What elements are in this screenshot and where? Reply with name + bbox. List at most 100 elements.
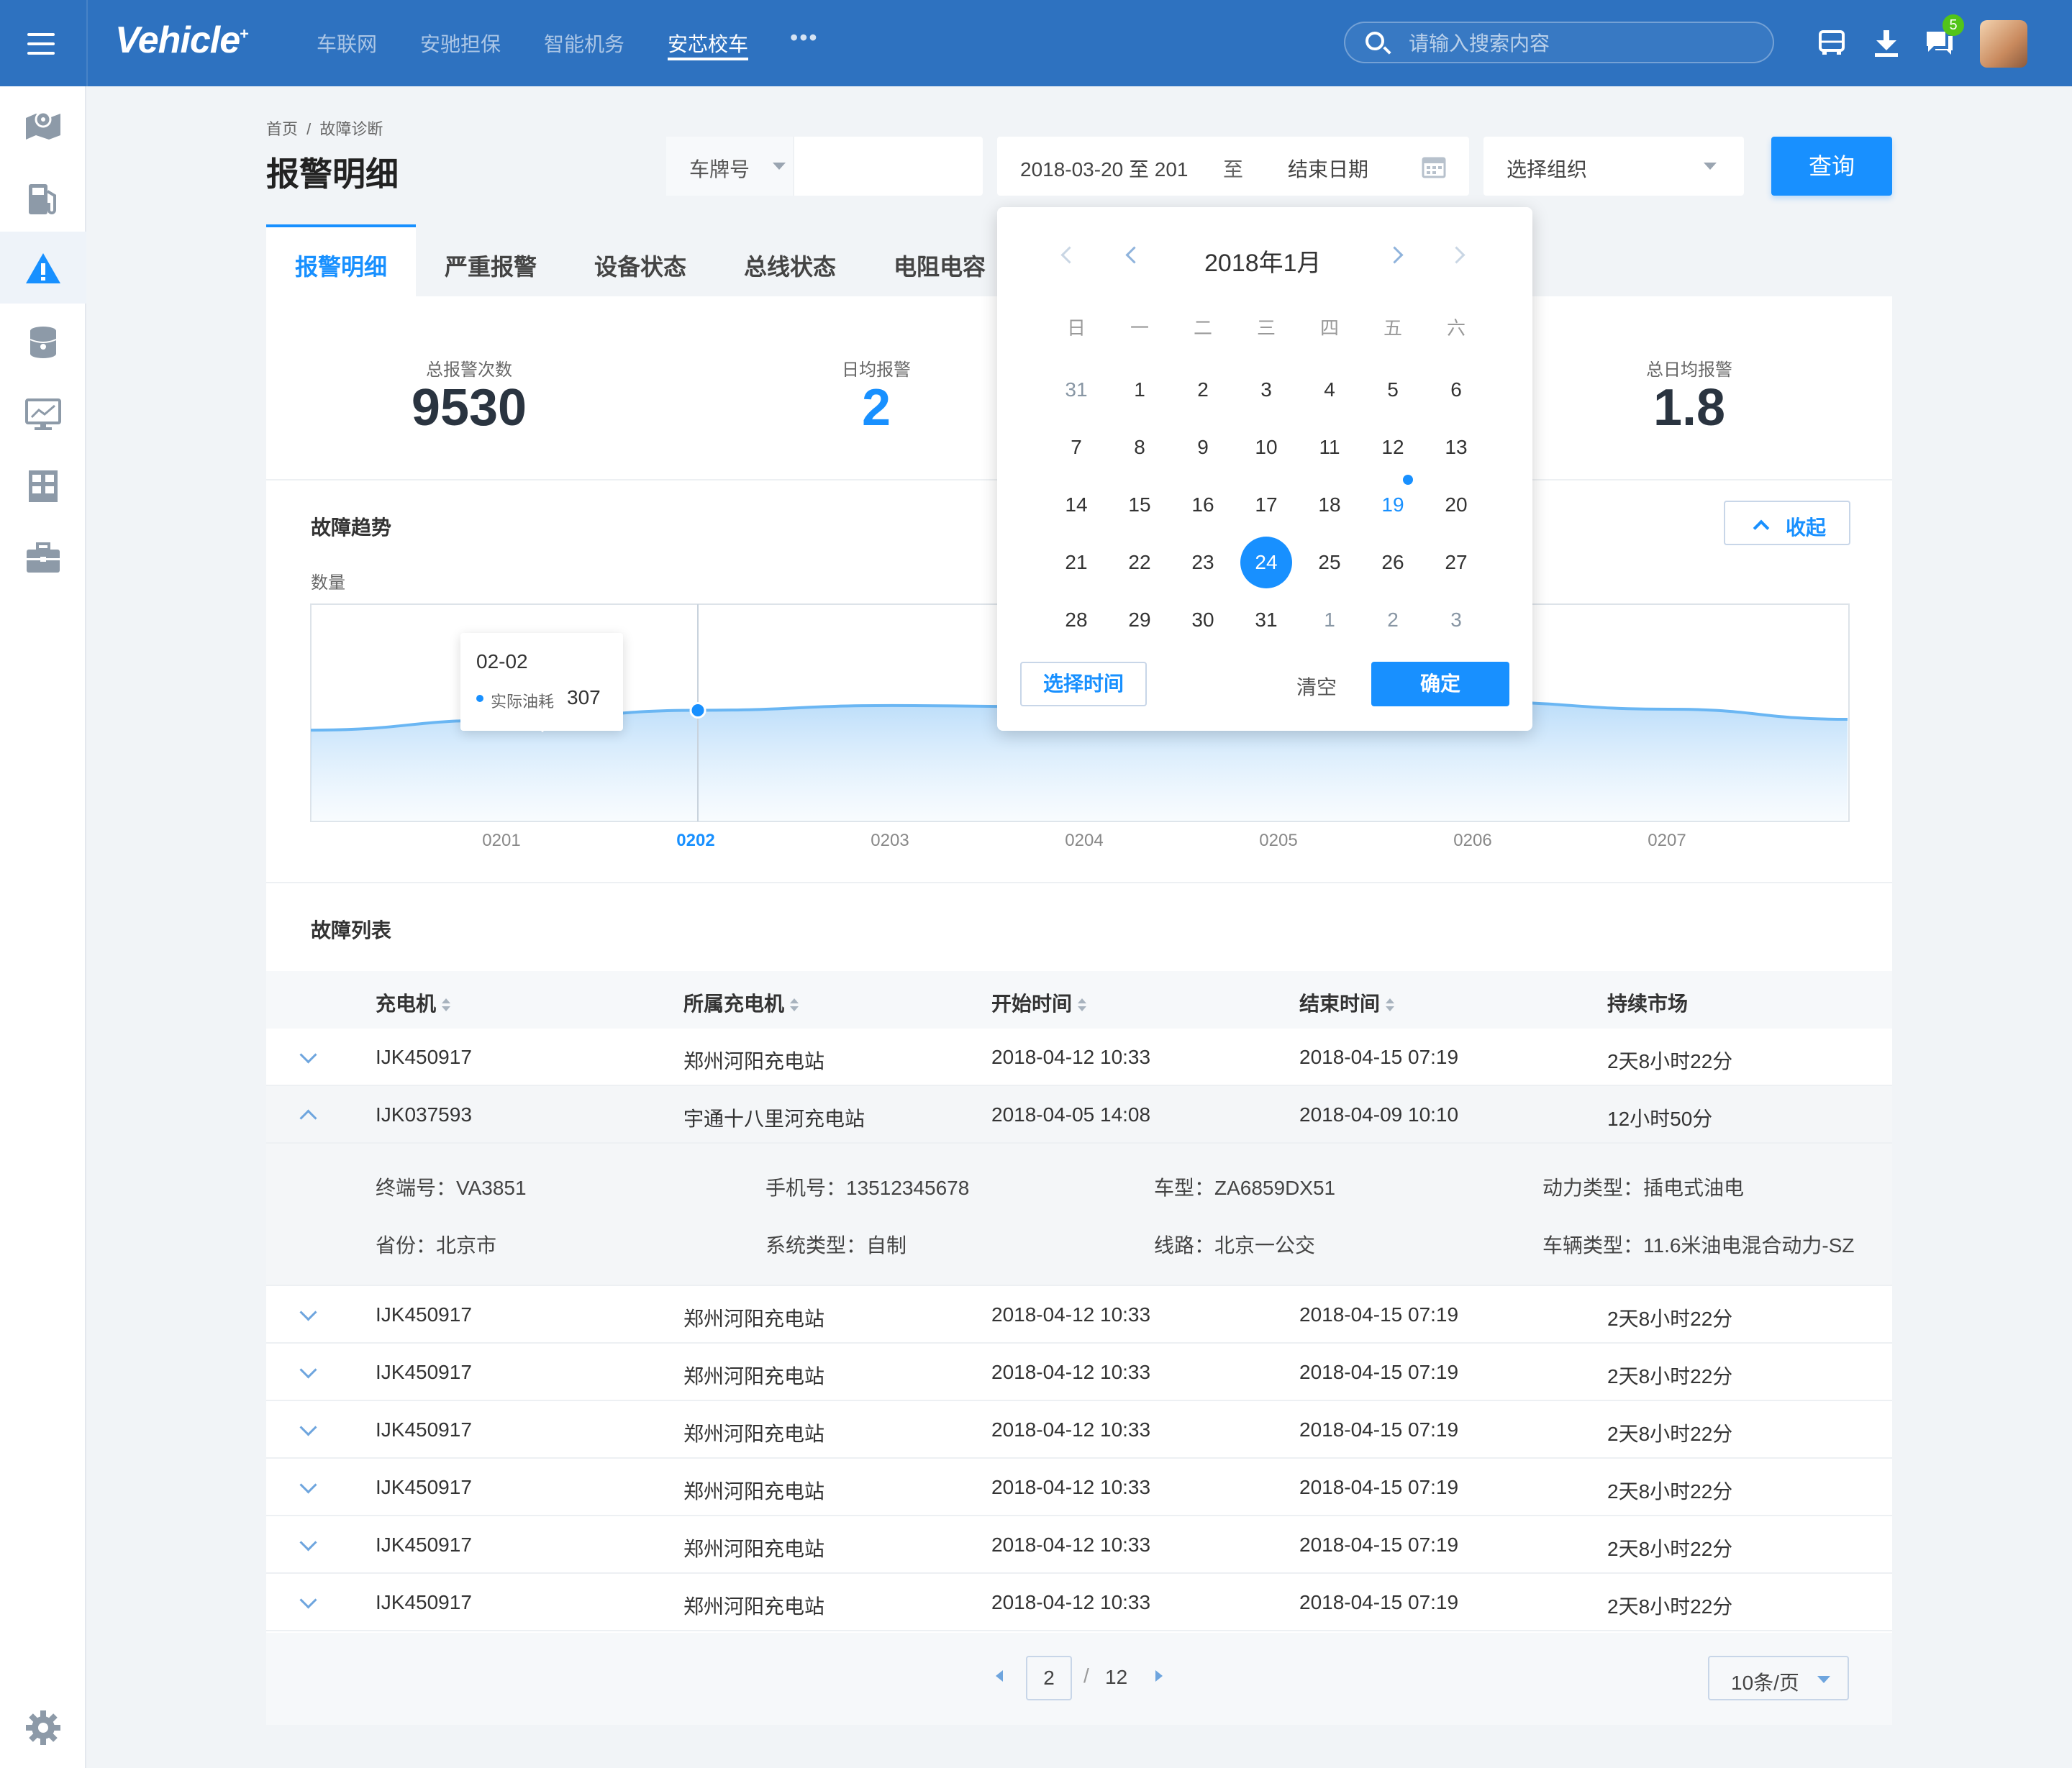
calendar-day[interactable]: 7 xyxy=(1045,422,1108,473)
calendar-day[interactable]: 8 xyxy=(1108,422,1171,473)
calendar-day[interactable]: 3 xyxy=(1235,364,1298,416)
plate-input[interactable] xyxy=(807,150,968,183)
calendar-day[interactable]: 31 xyxy=(1045,364,1108,416)
tab-severe-alarm[interactable]: 严重报警 xyxy=(445,249,537,282)
chevron-up-icon[interactable] xyxy=(299,1109,317,1127)
date-start-input[interactable]: 2018-03-20 至 201 xyxy=(1020,154,1189,183)
nav-more-button[interactable]: ••• xyxy=(790,24,819,51)
sort-icon[interactable] xyxy=(1386,998,1395,1013)
table-row[interactable]: IJK450917 郑州河阳充电站 2018-04-12 10:33 2018-… xyxy=(266,1286,1892,1344)
sidebar-item-alert[interactable] xyxy=(0,232,86,304)
clear-button[interactable]: 清空 xyxy=(1296,672,1337,701)
calendar-day[interactable]: 15 xyxy=(1108,479,1171,531)
sidebar-item-database[interactable] xyxy=(0,304,86,375)
calendar-day[interactable]: 20 xyxy=(1424,479,1488,531)
next-year-icon[interactable] xyxy=(1448,246,1466,264)
col-header-end[interactable]: 结束时间 xyxy=(1299,988,1395,1017)
page-prev-icon[interactable] xyxy=(996,1670,1003,1682)
calendar-day[interactable]: 24 xyxy=(1235,537,1298,588)
menu-icon[interactable] xyxy=(27,33,55,55)
col-header-start[interactable]: 开始时间 xyxy=(991,988,1087,1017)
chevron-down-icon[interactable] xyxy=(299,1534,317,1551)
tab-bus-status[interactable]: 总线状态 xyxy=(744,249,836,282)
table-row[interactable]: IJK450917 郑州河阳充电站 2018-04-12 10:33 2018-… xyxy=(266,1401,1892,1459)
tab-device-status[interactable]: 设备状态 xyxy=(594,249,686,282)
calendar-day[interactable]: 19 xyxy=(1361,479,1424,531)
chevron-down-icon[interactable] xyxy=(299,1591,317,1609)
calendar-day[interactable]: 11 xyxy=(1298,422,1361,473)
calendar-day[interactable]: 22 xyxy=(1108,537,1171,588)
calendar-day[interactable]: 10 xyxy=(1235,422,1298,473)
download-icon[interactable] xyxy=(1871,27,1902,59)
data-point-highlighted[interactable] xyxy=(689,701,706,719)
calendar-day[interactable]: 25 xyxy=(1298,537,1361,588)
page-next-icon[interactable] xyxy=(1155,1670,1163,1682)
nav-item-active[interactable]: 安芯校车 xyxy=(668,29,748,58)
sidebar-item-fuel[interactable] xyxy=(0,160,86,232)
calendar-day[interactable]: 1 xyxy=(1298,594,1361,646)
confirm-button[interactable]: 确定 xyxy=(1371,662,1509,706)
calendar-day[interactable]: 21 xyxy=(1045,537,1108,588)
chevron-down-icon[interactable] xyxy=(299,1476,317,1494)
calendar-day[interactable]: 27 xyxy=(1424,537,1488,588)
calendar-day[interactable]: 26 xyxy=(1361,537,1424,588)
table-row[interactable]: IJK450917 郑州河阳充电站 2018-04-12 10:33 2018-… xyxy=(266,1574,1892,1631)
table-row[interactable]: IJK450917 郑州河阳充电站 2018-04-12 10:33 2018-… xyxy=(266,1029,1892,1086)
nav-item-2[interactable]: 安驰担保 xyxy=(420,29,501,58)
calendar-day[interactable]: 4 xyxy=(1298,364,1361,416)
col-header-station[interactable]: 所属充电机 xyxy=(683,988,799,1017)
user-avatar[interactable] xyxy=(1980,20,2027,68)
calendar-day[interactable]: 30 xyxy=(1171,594,1235,646)
calendar-day[interactable]: 2 xyxy=(1171,364,1235,416)
calendar-icon[interactable] xyxy=(1422,155,1446,178)
page-size-select[interactable]: 10条/页 xyxy=(1708,1656,1849,1700)
bus-icon[interactable] xyxy=(1816,27,1848,59)
calendar-day[interactable]: 31 xyxy=(1235,594,1298,646)
sidebar-item-map[interactable] xyxy=(0,88,86,160)
prev-month-icon[interactable] xyxy=(1125,246,1143,264)
sidebar-item-settings[interactable] xyxy=(0,1696,86,1768)
sort-icon[interactable] xyxy=(790,998,799,1013)
tab-resistance-capacitance[interactable]: 电阻电容 xyxy=(894,249,986,282)
calendar-day[interactable]: 5 xyxy=(1361,364,1424,416)
plate-filter[interactable]: 车牌号 xyxy=(666,137,983,196)
table-row[interactable]: IJK450917 郑州河阳充电站 2018-04-12 10:33 2018-… xyxy=(266,1459,1892,1516)
table-row-expanded[interactable]: IJK037593 宇通十八里河充电站 2018-04-05 14:08 201… xyxy=(266,1086,1892,1144)
calendar-day[interactable]: 13 xyxy=(1424,422,1488,473)
calendar-day[interactable]: 1 xyxy=(1108,364,1171,416)
calendar-day[interactable]: 16 xyxy=(1171,479,1235,531)
sort-icon[interactable] xyxy=(442,998,451,1013)
page-number-input[interactable]: 2 xyxy=(1026,1656,1072,1700)
calendar-day[interactable]: 23 xyxy=(1171,537,1235,588)
tab-alarm-detail[interactable]: 报警明细 xyxy=(295,249,387,282)
nav-item-1[interactable]: 车联网 xyxy=(317,29,377,58)
table-row[interactable]: IJK450917 郑州河阳充电站 2018-04-12 10:33 2018-… xyxy=(266,1344,1892,1401)
calendar-day[interactable]: 17 xyxy=(1235,479,1298,531)
chevron-down-icon[interactable] xyxy=(299,1418,317,1436)
collapse-button[interactable]: 收起 xyxy=(1724,501,1850,545)
calendar-day[interactable]: 6 xyxy=(1424,364,1488,416)
search-input[interactable] xyxy=(1407,30,1755,58)
breadcrumb-home[interactable]: 首页 xyxy=(266,120,298,138)
col-header-charger[interactable]: 充电机 xyxy=(376,988,451,1017)
calendar-day[interactable]: 12 xyxy=(1361,422,1424,473)
calendar-day[interactable]: 3 xyxy=(1424,594,1488,646)
select-time-button[interactable]: 选择时间 xyxy=(1020,662,1147,706)
calendar-day[interactable]: 14 xyxy=(1045,479,1108,531)
search-bar[interactable] xyxy=(1344,22,1774,63)
sort-icon[interactable] xyxy=(1078,998,1087,1013)
sidebar-item-briefcase[interactable] xyxy=(0,519,86,591)
prev-year-icon[interactable] xyxy=(1060,246,1078,264)
org-select[interactable]: 选择组织 xyxy=(1483,137,1744,196)
calendar-day[interactable]: 9 xyxy=(1171,422,1235,473)
chevron-down-icon[interactable] xyxy=(299,1361,317,1379)
calendar-day[interactable]: 2 xyxy=(1361,594,1424,646)
date-end-input[interactable]: 结束日期 xyxy=(1288,154,1368,183)
app-logo[interactable]: Vehicle+ xyxy=(115,19,249,62)
nav-item-3[interactable]: 智能机务 xyxy=(544,29,624,58)
calendar-day[interactable]: 28 xyxy=(1045,594,1108,646)
table-row[interactable]: IJK450917 郑州河阳充电站 2018-04-12 10:33 2018-… xyxy=(266,1516,1892,1574)
next-month-icon[interactable] xyxy=(1386,246,1404,264)
date-range-picker[interactable]: 2018-03-20 至 201 至 结束日期 xyxy=(997,137,1469,196)
query-button[interactable]: 查询 xyxy=(1771,137,1892,196)
